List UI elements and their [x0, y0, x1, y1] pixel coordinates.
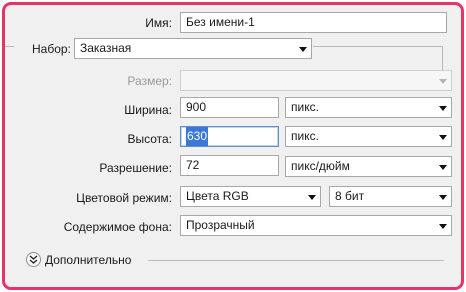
resolution-unit-value: пикс/дюйм: [291, 159, 350, 173]
chevron-down-icon: [299, 46, 307, 52]
background-value: Прозрачный: [186, 218, 255, 232]
expand-double-chevron-icon[interactable]: [26, 252, 41, 267]
color-mode-label: Цветовой режим:: [76, 191, 172, 205]
color-mode-select[interactable]: Цвета RGB: [180, 186, 321, 207]
width-unit-value: пикс.: [291, 100, 319, 114]
chevron-down-icon: [439, 78, 447, 84]
color-mode-value: Цвета RGB: [186, 189, 249, 203]
group-top-divider: [5, 46, 14, 47]
height-label: Высота:: [127, 132, 172, 146]
height-value: 630: [186, 127, 209, 146]
resolution-value: 72: [186, 158, 200, 172]
height-input[interactable]: 630: [180, 126, 279, 147]
width-value: 900: [186, 100, 207, 114]
name-input[interactable]: Без имени-1: [180, 12, 447, 33]
chevron-down-icon: [439, 223, 447, 229]
resolution-label: Разрешение:: [99, 161, 172, 175]
chevron-down-icon: [439, 164, 447, 170]
preset-value: Заказная: [80, 41, 132, 55]
resolution-unit-select[interactable]: пикс/дюйм: [285, 156, 452, 177]
width-label: Ширина:: [124, 103, 172, 117]
width-input[interactable]: 900: [180, 97, 279, 118]
chevron-down-icon: [439, 134, 447, 140]
preset-label: Набор:: [32, 42, 71, 56]
chevron-down-icon: [439, 194, 447, 200]
width-unit-select[interactable]: пикс.: [285, 97, 452, 118]
chevron-down-icon: [308, 194, 316, 200]
background-select[interactable]: Прозрачный: [180, 215, 452, 236]
group-right-divider: [442, 46, 443, 72]
size-select[interactable]: [180, 70, 452, 91]
name-value: Без имени-1: [186, 15, 255, 29]
background-label: Содержимое фона:: [63, 220, 172, 234]
advanced-label[interactable]: Дополнительно: [45, 253, 131, 267]
bit-depth-select[interactable]: 8 бит: [329, 186, 452, 207]
name-label: Имя:: [145, 16, 172, 30]
size-label: Размер:: [127, 74, 172, 88]
group-top-divider-right: [313, 46, 442, 47]
resolution-input[interactable]: 72: [180, 155, 279, 176]
new-document-dialog: Имя: Без имени-1 Набор: Заказная Размер:…: [2, 2, 464, 290]
height-unit-value: пикс.: [291, 129, 319, 143]
bit-depth-value: 8 бит: [335, 189, 365, 203]
height-unit-select[interactable]: пикс.: [285, 126, 452, 147]
preset-select[interactable]: Заказная: [74, 38, 312, 59]
chevron-down-icon: [439, 105, 447, 111]
advanced-divider: [148, 260, 444, 261]
